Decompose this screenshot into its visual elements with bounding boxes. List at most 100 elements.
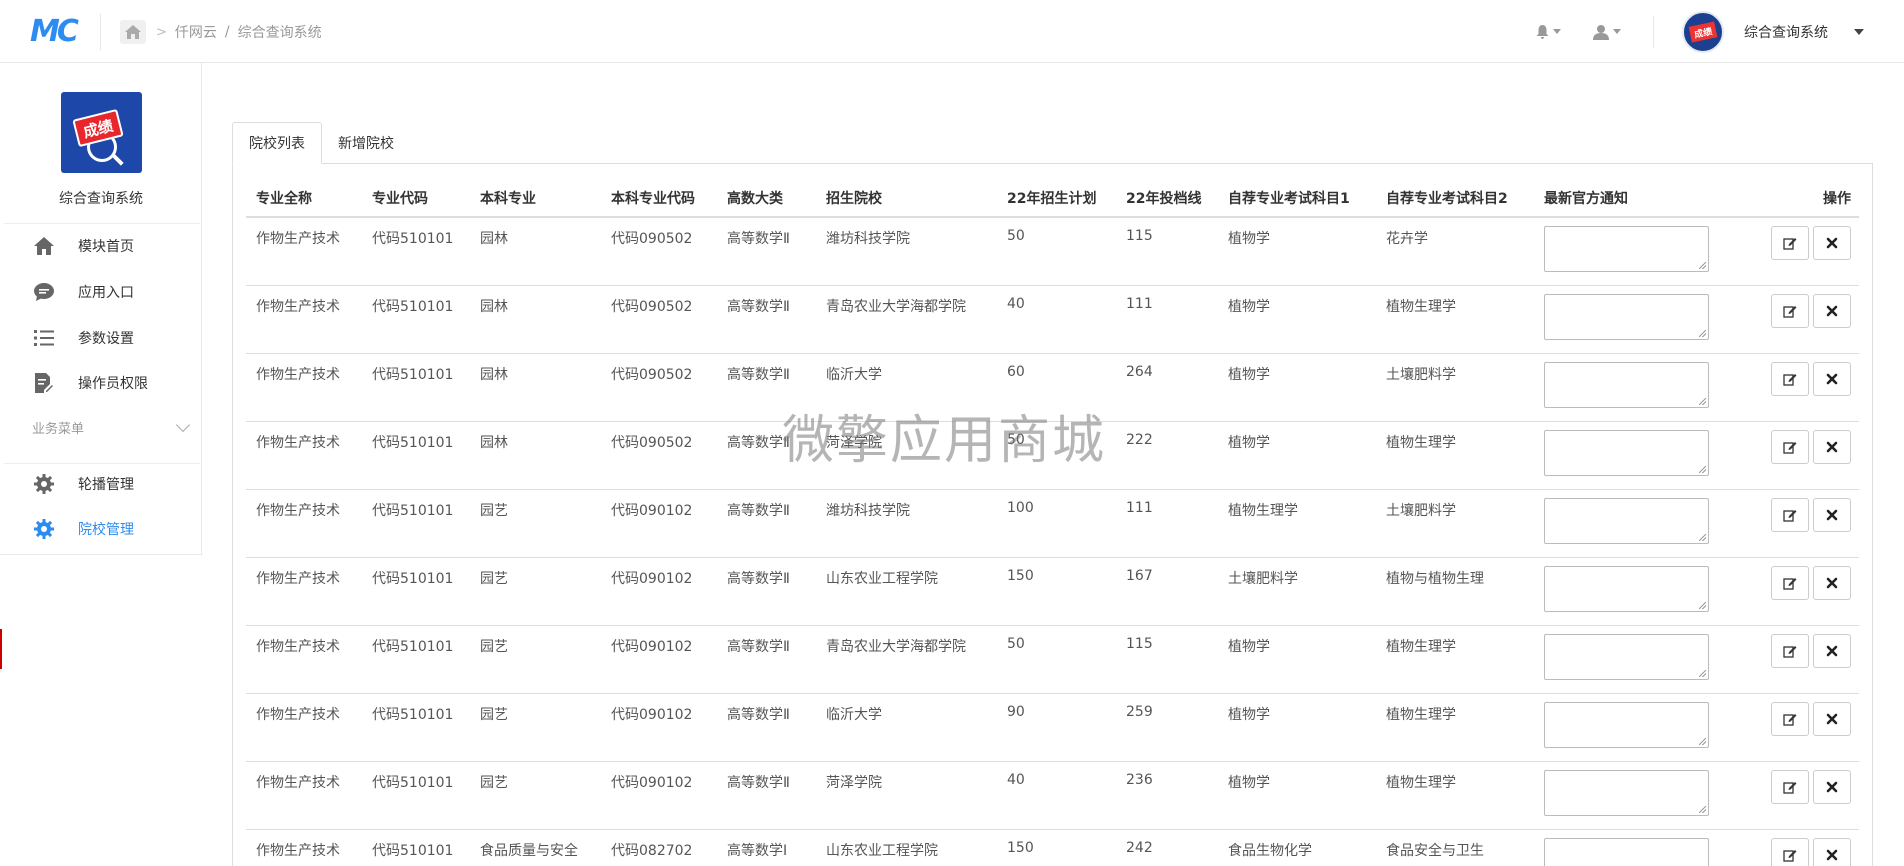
table-cell: 植物生理学 [1376, 693, 1534, 762]
brand-logo[interactable]: MC [30, 16, 80, 48]
delete-button[interactable] [1813, 293, 1851, 328]
official-notice-textarea[interactable] [1544, 769, 1709, 816]
table-cell: 作物生产技术 [246, 285, 362, 354]
official-notice-textarea[interactable] [1544, 837, 1709, 866]
table-cell: 代码090102 [601, 761, 717, 830]
table-row: 作物生产技术 代码510101 园林 代码090502 高等数学Ⅱ 菏泽学院 50 222 植物… [246, 421, 1859, 490]
avatar[interactable]: 成绩 [1682, 10, 1724, 53]
edit-icon [1783, 440, 1797, 454]
notice-cell [1534, 285, 1729, 354]
sidebar-item-settings[interactable]: 参数设置 [0, 318, 202, 358]
actions-cell [1729, 489, 1859, 558]
delete-button[interactable] [1813, 226, 1851, 260]
edit-icon [1783, 576, 1797, 590]
table-cell: 167 [1116, 557, 1218, 626]
home-icon [125, 25, 141, 39]
sidebar-item-carousel[interactable]: 轮播管理 [0, 464, 202, 504]
table-cell: 代码090502 [601, 217, 717, 286]
official-notice-textarea[interactable] [1544, 565, 1709, 612]
edit-icon [1783, 236, 1797, 250]
table-cell: 150 [997, 557, 1116, 626]
table-cell: 代码510101 [362, 217, 470, 286]
delete-button[interactable] [1813, 429, 1851, 464]
sidebar-item-label: 参数设置 [78, 331, 134, 347]
actions-cell [1729, 693, 1859, 762]
sidebar: 成绩 综合查询系统 模块首页 应用入口 参数设置 操作员权限 业务菜单 轮播管理… [0, 63, 202, 866]
notice-cell [1534, 829, 1729, 866]
delete-button[interactable] [1813, 837, 1851, 866]
delete-button[interactable] [1813, 497, 1851, 532]
table-cell: 作物生产技术 [246, 353, 362, 422]
table-cell: 作物生产技术 [246, 557, 362, 626]
edit-button[interactable] [1771, 429, 1809, 464]
list-icon [33, 327, 55, 349]
table-cell: 园艺 [470, 489, 601, 558]
official-notice-textarea[interactable] [1544, 429, 1709, 476]
official-notice-textarea[interactable] [1544, 633, 1709, 680]
actions-cell [1729, 557, 1859, 626]
table-cell: 40 [997, 761, 1116, 830]
table-cell: 园林 [470, 421, 601, 490]
tab-school-list[interactable]: 院校列表 [232, 122, 322, 164]
close-icon [1826, 509, 1838, 521]
edit-icon [1783, 372, 1797, 386]
table-row: 作物生产技术 代码510101 园艺 代码090102 高等数学Ⅱ 临沂大学 90 259 植物… [246, 693, 1859, 762]
delete-button[interactable] [1813, 769, 1851, 804]
official-notice-textarea[interactable] [1544, 293, 1709, 340]
breadcrumb-item[interactable]: 仟网云 [175, 22, 217, 42]
table-cell: 90 [997, 693, 1116, 762]
edit-button[interactable] [1771, 226, 1809, 260]
document-edit-icon [33, 372, 55, 394]
edit-icon [1783, 712, 1797, 726]
edit-button[interactable] [1771, 837, 1809, 866]
gear-icon [33, 518, 55, 540]
close-icon [1826, 713, 1838, 725]
notice-cell [1534, 693, 1729, 762]
delete-button[interactable] [1813, 701, 1851, 736]
account-name[interactable]: 综合查询系统 [1744, 22, 1828, 42]
account-caret-down-icon[interactable] [1854, 28, 1864, 35]
delete-button[interactable] [1813, 633, 1851, 668]
table-row: 作物生产技术 代码510101 园林 代码090502 高等数学Ⅱ 青岛农业大学海都学院 4… [246, 285, 1859, 354]
official-notice-textarea[interactable] [1544, 226, 1709, 272]
edit-button[interactable] [1771, 633, 1809, 668]
table-cell: 242 [1116, 829, 1218, 866]
close-icon [1826, 305, 1838, 317]
table-row: 作物生产技术 代码510101 园林 代码090502 高等数学Ⅱ 临沂大学 60 264 植物… [246, 353, 1859, 422]
edit-button[interactable] [1771, 769, 1809, 804]
bell-icon [1536, 24, 1549, 39]
column-header: 22年投档线 [1116, 179, 1218, 218]
section-business-menu[interactable]: 业务菜单 [0, 407, 202, 447]
table-cell: 园艺 [470, 557, 601, 626]
delete-button[interactable] [1813, 361, 1851, 396]
notice-cell [1534, 625, 1729, 694]
user-dropdown[interactable] [1593, 24, 1621, 40]
edit-button[interactable] [1771, 701, 1809, 736]
column-header: 最新官方通知 [1534, 179, 1729, 218]
table-cell: 植物学 [1218, 421, 1376, 490]
table-cell: 代码090102 [601, 693, 717, 762]
sidebar-item-home[interactable]: 模块首页 [0, 226, 202, 266]
notifications-dropdown[interactable] [1536, 24, 1561, 39]
edit-button[interactable] [1771, 361, 1809, 396]
notice-cell [1534, 421, 1729, 490]
table-cell: 高等数学Ⅱ [717, 353, 816, 422]
breadcrumb-item[interactable]: 综合查询系统 [238, 22, 322, 42]
tab-add-school[interactable]: 新增院校 [322, 122, 410, 164]
delete-button[interactable] [1813, 565, 1851, 600]
table-cell: 222 [1116, 421, 1218, 490]
sidebar-item-app-entry[interactable]: 应用入口 [0, 272, 202, 312]
table-cell: 菏泽学院 [816, 761, 997, 830]
table-cell: 临沂大学 [816, 693, 997, 762]
official-notice-textarea[interactable] [1544, 701, 1709, 748]
table-cell: 代码510101 [362, 353, 470, 422]
home-button[interactable] [120, 20, 146, 44]
official-notice-textarea[interactable] [1544, 497, 1709, 544]
notice-cell [1534, 217, 1729, 286]
official-notice-textarea[interactable] [1544, 361, 1709, 408]
sidebar-item-operator-permissions[interactable]: 操作员权限 [0, 363, 202, 403]
edit-button[interactable] [1771, 293, 1809, 328]
edit-button[interactable] [1771, 497, 1809, 532]
sidebar-item-school-management[interactable]: 院校管理 [0, 509, 202, 549]
edit-button[interactable] [1771, 565, 1809, 600]
